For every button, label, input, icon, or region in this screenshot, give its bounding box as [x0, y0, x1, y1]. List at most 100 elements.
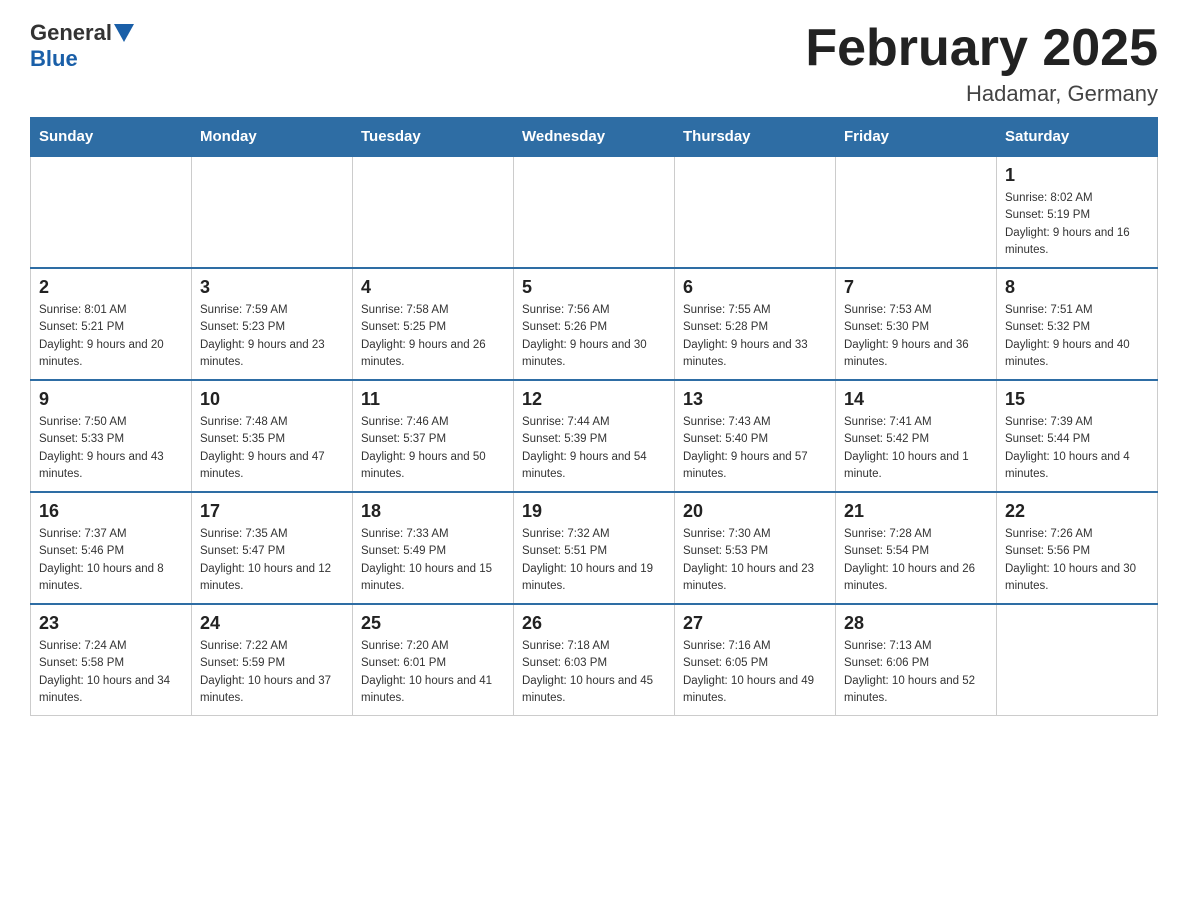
header-thursday: Thursday — [675, 118, 836, 157]
day-info: Sunrise: 7:43 AMSunset: 5:40 PMDaylight:… — [683, 414, 827, 483]
table-row: 24Sunrise: 7:22 AMSunset: 5:59 PMDayligh… — [192, 604, 353, 716]
day-info: Sunrise: 7:46 AMSunset: 5:37 PMDaylight:… — [361, 414, 505, 483]
day-number: 28 — [844, 613, 988, 634]
table-row: 5 Sunrise: 7:56 AMSunset: 5:26 PMDaylight… — [514, 268, 675, 380]
calendar-week-2: 2 Sunrise: 8:01 AMSunset: 5:21 PMDaylight… — [31, 268, 1158, 380]
day-info: Sunrise: 7:20 AMSunset: 6:01 PMDaylight:… — [361, 638, 505, 707]
day-number: 13 — [683, 389, 827, 410]
day-info: Sunrise: 7:13 AMSunset: 6:06 PMDaylight:… — [844, 638, 988, 707]
table-row: 15 Sunrise: 7:39 AMSunset: 5:44 PMDayligh… — [997, 380, 1158, 492]
day-number: 12 — [522, 389, 666, 410]
page-header: General Blue February 2025 Hadamar, Germ… — [30, 20, 1158, 107]
title-block: February 2025 Hadamar, Germany — [805, 20, 1158, 107]
day-info: Sunrise: 7:28 AMSunset: 5:54 PMDaylight:… — [844, 526, 988, 595]
day-number: 18 — [361, 501, 505, 522]
day-number: 20 — [683, 501, 827, 522]
table-row: 21 Sunrise: 7:28 AMSunset: 5:54 PMDayligh… — [836, 492, 997, 604]
table-row: 13 Sunrise: 7:43 AMSunset: 5:40 PMDayligh… — [675, 380, 836, 492]
day-info: Sunrise: 7:30 AMSunset: 5:53 PMDaylight:… — [683, 526, 827, 595]
day-info: Sunrise: 7:18 AMSunset: 6:03 PMDaylight:… — [522, 638, 666, 707]
day-info: Sunrise: 7:22 AMSunset: 5:59 PMDaylight:… — [200, 638, 344, 707]
day-number: 21 — [844, 501, 988, 522]
day-info: Sunrise: 7:41 AMSunset: 5:42 PMDaylight:… — [844, 414, 988, 483]
table-row: 7 Sunrise: 7:53 AMSunset: 5:30 PMDaylight… — [836, 268, 997, 380]
table-row — [31, 156, 192, 268]
table-row: 23 Sunrise: 7:24 AMSunset: 5:58 PMDayligh… — [31, 604, 192, 716]
day-info: Sunrise: 7:35 AMSunset: 5:47 PMDaylight:… — [200, 526, 344, 595]
day-info: Sunrise: 7:39 AMSunset: 5:44 PMDaylight:… — [1005, 414, 1149, 483]
day-info: Sunrise: 7:50 AMSunset: 5:33 PMDaylight:… — [39, 414, 183, 483]
table-row: 16 Sunrise: 7:37 AMSunset: 5:46 PMDayligh… — [31, 492, 192, 604]
logo-general-text: General — [30, 20, 112, 46]
table-row — [675, 156, 836, 268]
day-number: 11 — [361, 389, 505, 410]
table-row: 6 Sunrise: 7:55 AMSunset: 5:28 PMDaylight… — [675, 268, 836, 380]
day-info: Sunrise: 8:02 AMSunset: 5:19 PMDaylight:… — [1005, 190, 1149, 259]
day-number: 1 — [1005, 165, 1149, 186]
calendar-week-4: 16 Sunrise: 7:37 AMSunset: 5:46 PMDayligh… — [31, 492, 1158, 604]
table-row: 14 Sunrise: 7:41 AMSunset: 5:42 PMDayligh… — [836, 380, 997, 492]
day-number: 14 — [844, 389, 988, 410]
header-sunday: Sunday — [31, 118, 192, 157]
day-info: Sunrise: 7:55 AMSunset: 5:28 PMDaylight:… — [683, 302, 827, 371]
day-number: 23 — [39, 613, 183, 634]
table-row: 19 Sunrise: 7:32 AMSunset: 5:51 PMDayligh… — [514, 492, 675, 604]
day-number: 22 — [1005, 501, 1149, 522]
table-row: 4 Sunrise: 7:58 AMSunset: 5:25 PMDaylight… — [353, 268, 514, 380]
table-row: 3 Sunrise: 7:59 AMSunset: 5:23 PMDaylight… — [192, 268, 353, 380]
table-row: 28 Sunrise: 7:13 AMSunset: 6:06 PMDayligh… — [836, 604, 997, 716]
table-row: 1 Sunrise: 8:02 AMSunset: 5:19 PMDaylight… — [997, 156, 1158, 268]
calendar-table: Sunday Monday Tuesday Wednesday Thursday… — [30, 117, 1158, 716]
day-info: Sunrise: 7:59 AMSunset: 5:23 PMDaylight:… — [200, 302, 344, 371]
day-number: 6 — [683, 277, 827, 298]
day-number: 2 — [39, 277, 183, 298]
day-number: 3 — [200, 277, 344, 298]
logo-triangle-icon — [114, 24, 134, 42]
weekday-header-row: Sunday Monday Tuesday Wednesday Thursday… — [31, 118, 1158, 157]
day-number: 15 — [1005, 389, 1149, 410]
day-info: Sunrise: 7:53 AMSunset: 5:30 PMDaylight:… — [844, 302, 988, 371]
day-info: Sunrise: 7:33 AMSunset: 5:49 PMDaylight:… — [361, 526, 505, 595]
location: Hadamar, Germany — [805, 81, 1158, 107]
table-row: 8 Sunrise: 7:51 AMSunset: 5:32 PMDaylight… — [997, 268, 1158, 380]
day-number: 19 — [522, 501, 666, 522]
day-info: Sunrise: 8:01 AMSunset: 5:21 PMDaylight:… — [39, 302, 183, 371]
table-row: 11 Sunrise: 7:46 AMSunset: 5:37 PMDayligh… — [353, 380, 514, 492]
day-number: 4 — [361, 277, 505, 298]
calendar-week-5: 23 Sunrise: 7:24 AMSunset: 5:58 PMDayligh… — [31, 604, 1158, 716]
day-number: 26 — [522, 613, 666, 634]
table-row — [997, 604, 1158, 716]
calendar-week-1: 1 Sunrise: 8:02 AMSunset: 5:19 PMDaylight… — [31, 156, 1158, 268]
day-info: Sunrise: 7:51 AMSunset: 5:32 PMDaylight:… — [1005, 302, 1149, 371]
header-saturday: Saturday — [997, 118, 1158, 157]
header-friday: Friday — [836, 118, 997, 157]
table-row: 26 Sunrise: 7:18 AMSunset: 6:03 PMDayligh… — [514, 604, 675, 716]
day-info: Sunrise: 7:16 AMSunset: 6:05 PMDaylight:… — [683, 638, 827, 707]
day-number: 9 — [39, 389, 183, 410]
header-wednesday: Wednesday — [514, 118, 675, 157]
table-row: 25Sunrise: 7:20 AMSunset: 6:01 PMDayligh… — [353, 604, 514, 716]
header-monday: Monday — [192, 118, 353, 157]
table-row: 9 Sunrise: 7:50 AMSunset: 5:33 PMDaylight… — [31, 380, 192, 492]
table-row — [514, 156, 675, 268]
day-info: Sunrise: 7:56 AMSunset: 5:26 PMDaylight:… — [522, 302, 666, 371]
day-number: 10 — [200, 389, 344, 410]
day-number: 5 — [522, 277, 666, 298]
day-number: 8 — [1005, 277, 1149, 298]
table-row: 17 Sunrise: 7:35 AMSunset: 5:47 PMDayligh… — [192, 492, 353, 604]
day-info: Sunrise: 7:24 AMSunset: 5:58 PMDaylight:… — [39, 638, 183, 707]
table-row — [836, 156, 997, 268]
day-info: Sunrise: 7:37 AMSunset: 5:46 PMDaylight:… — [39, 526, 183, 595]
day-number: 7 — [844, 277, 988, 298]
day-number: 16 — [39, 501, 183, 522]
day-info: Sunrise: 7:32 AMSunset: 5:51 PMDaylight:… — [522, 526, 666, 595]
table-row: 12 Sunrise: 7:44 AMSunset: 5:39 PMDayligh… — [514, 380, 675, 492]
table-row — [353, 156, 514, 268]
header-tuesday: Tuesday — [353, 118, 514, 157]
table-row — [192, 156, 353, 268]
day-number: 17 — [200, 501, 344, 522]
table-row: 2 Sunrise: 8:01 AMSunset: 5:21 PMDaylight… — [31, 268, 192, 380]
day-info: Sunrise: 7:58 AMSunset: 5:25 PMDaylight:… — [361, 302, 505, 371]
day-info: Sunrise: 7:44 AMSunset: 5:39 PMDaylight:… — [522, 414, 666, 483]
logo-blue-text: Blue — [30, 46, 78, 72]
